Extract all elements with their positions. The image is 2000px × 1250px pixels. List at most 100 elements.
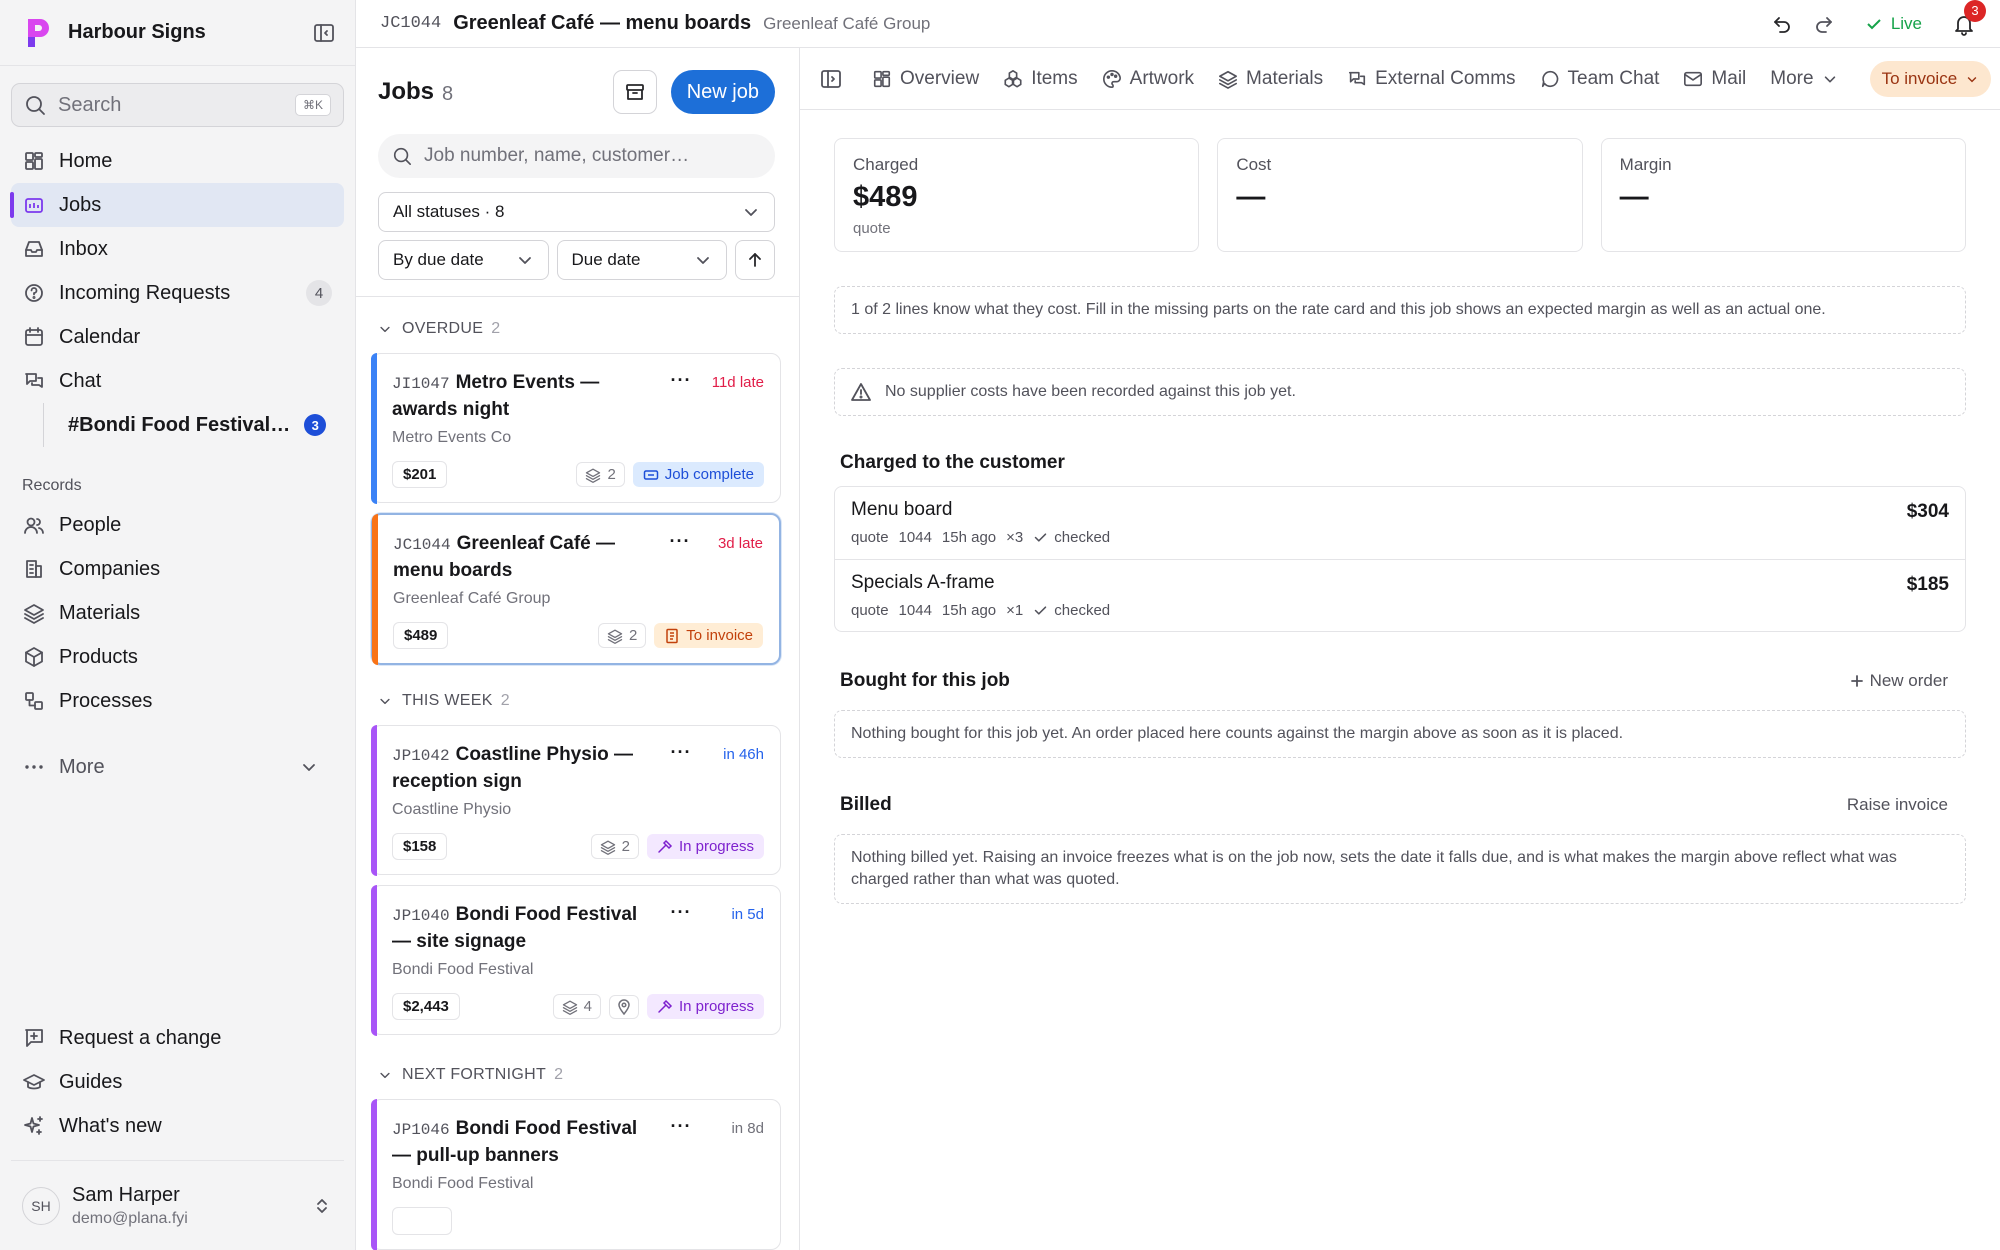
group-header-overdue[interactable]: OVERDUE 2 [356,315,799,343]
global-search[interactable]: Search ⌘K [11,83,344,127]
tab-external-comms[interactable]: External Comms [1347,68,1516,90]
nav-jobs[interactable]: Jobs [10,183,344,227]
sort-direction-button[interactable] [735,240,775,280]
notifications-button[interactable]: 3 [1952,0,1986,36]
charged-line[interactable]: Menu board quote 1044 15h ago ×3 checked… [835,487,1965,559]
people-icon [24,517,44,534]
job-card-footer: $2,443 4 In progress [392,993,764,1020]
group-by-select[interactable]: By due date [378,240,549,280]
charged-line[interactable]: Specials A-frame quote 1044 15h ago ×1 c… [835,559,1965,631]
brand-logo-icon[interactable] [24,17,52,49]
nav-inbox[interactable]: Inbox [11,227,344,271]
nav-chat-label: Chat [59,369,102,392]
jobs-title: Jobs [378,78,435,105]
tab-team-chat[interactable]: Team Chat [1540,68,1659,90]
jobs-header: Jobs 8 New job [356,48,799,114]
job-card-items: 2 [590,834,639,859]
job-card[interactable]: JC1044 Greenleaf Café — menu boards ··· 3… [371,513,781,665]
check-icon [1035,606,1047,615]
incoming-requests-count: 4 [306,280,332,306]
collapse-sidebar-icon[interactable] [313,22,335,44]
nav-home[interactable]: Home [11,139,344,183]
archive-button[interactable] [612,70,657,114]
sort-field-select[interactable]: Due date [556,240,727,280]
status-badge: In progress [646,834,764,859]
status-badge-label: To invoice [686,627,753,644]
job-card-menu-button[interactable]: ··· [666,370,696,391]
chat-channel-bondi[interactable]: #Bondi Food Festival… 3 [43,403,344,447]
status-filter-select[interactable]: All statuses · 8 [378,192,775,232]
job-card-title: JC1044 Greenleaf Café — menu boards [393,531,657,584]
nav-whats-new[interactable]: What's new [11,1104,344,1148]
nav-request-change[interactable]: Request a change [11,1016,344,1060]
job-card-item-count: 2 [607,466,616,483]
nav-calendar[interactable]: Calendar [11,315,344,359]
chevron-down-icon [697,257,709,264]
job-card-footer [392,1207,764,1235]
job-card[interactable]: JP1042 Coastline Physio — reception sign … [370,724,781,876]
main-area: JC1044 Greenleaf Café — menu boards Gree… [356,0,2000,1250]
nav-companies-label: Companies [59,557,161,580]
job-card-menu-button[interactable]: ··· [666,902,696,923]
tab-overview[interactable]: Overview [872,68,979,90]
section-title: Bought for this job [840,670,1010,691]
tab-artwork[interactable]: Artwork [1102,68,1194,90]
job-card-menu-button[interactable]: ··· [666,1116,696,1137]
nav-people[interactable]: People [11,503,344,547]
status-badge: Job complete [632,462,764,487]
status-dropdown[interactable]: To invoice [1869,60,1992,97]
tab-more[interactable]: More [1770,68,1837,90]
page-subtitle[interactable]: Greenleaf Café Group [763,14,1751,34]
redo-button[interactable] [1813,13,1835,35]
panel-left-icon [821,69,841,88]
search-icon [26,96,45,115]
job-card-price: $201 [392,461,448,488]
job-card-header: JP1046 Bondi Food Festival — pull-up bann… [392,1116,764,1169]
undo-button[interactable] [1771,13,1793,35]
job-card-customer: Coastline Physio [392,801,512,818]
status-badge-label: In progress [678,838,754,855]
new-job-button[interactable]: New job [670,70,775,114]
check-icon [1035,533,1047,542]
live-status[interactable]: Live [1865,14,1922,34]
toggle-list-panel-button[interactable] [820,68,842,90]
nav-materials[interactable]: Materials [11,591,344,635]
tab-items[interactable]: Items [1003,68,1078,90]
status-badge-label: In progress [678,998,754,1015]
nav-processes[interactable]: Processes [11,679,344,723]
job-card-due: 3d late [717,535,763,552]
nav-products[interactable]: Products [11,635,344,679]
nav-more[interactable]: More [11,745,344,789]
archive-icon [625,84,644,100]
status-filter-value: All statuses · 8 [393,202,505,221]
nav-companies[interactable]: Companies [11,547,344,591]
tab-mail[interactable]: Mail [1683,68,1746,90]
job-card[interactable]: JP1040 Bondi Food Festival — site signage… [370,884,781,1036]
user-menu[interactable]: SH Sam Harper demo@plana.fyi [11,1160,344,1250]
job-search-input[interactable]: Job number, name, customer… [378,134,775,178]
job-card-header: JI1047 Metro Events — awards night ··· 11… [392,370,764,423]
job-card[interactable]: JP1046 Bondi Food Festival — pull-up bann… [370,1098,781,1250]
section-title: Billed [840,794,892,815]
line-meta: quote 1044 15h ago ×3 checked [851,529,1949,546]
user-email: demo@plana.fyi [72,1209,188,1227]
chat-channel-label: #Bondi Food Festival… [68,413,291,436]
sort-controls: By due date Due date [378,240,775,280]
billed-empty-note: Nothing billed yet. Raising an invoice f… [834,834,1966,904]
nav-incoming-requests[interactable]: Incoming Requests 4 [11,271,344,315]
group-header-next-fortnight[interactable]: NEXT FORTNIGHT 2 [356,1061,799,1089]
job-card-menu-button[interactable]: ··· [666,742,696,763]
tab-materials[interactable]: Materials [1218,68,1323,90]
line-price: $304 [1906,501,1949,522]
nav-chat[interactable]: Chat [11,359,344,403]
stat-sub: quote [853,220,891,237]
sort-field-value: Due date [571,250,641,269]
job-card-menu-button[interactable]: ··· [665,531,695,552]
new-order-button[interactable]: New order [1850,671,1948,691]
nav-guides[interactable]: Guides [11,1060,344,1104]
group-header-this-week[interactable]: THIS WEEK 2 [356,687,799,715]
raise-invoice-button[interactable]: Raise invoice [1847,795,1948,815]
question-icon [25,284,43,302]
job-card[interactable]: JI1047 Metro Events — awards night ··· 11… [370,352,781,504]
line-meta: quote 1044 15h ago ×1 checked [851,602,1949,619]
